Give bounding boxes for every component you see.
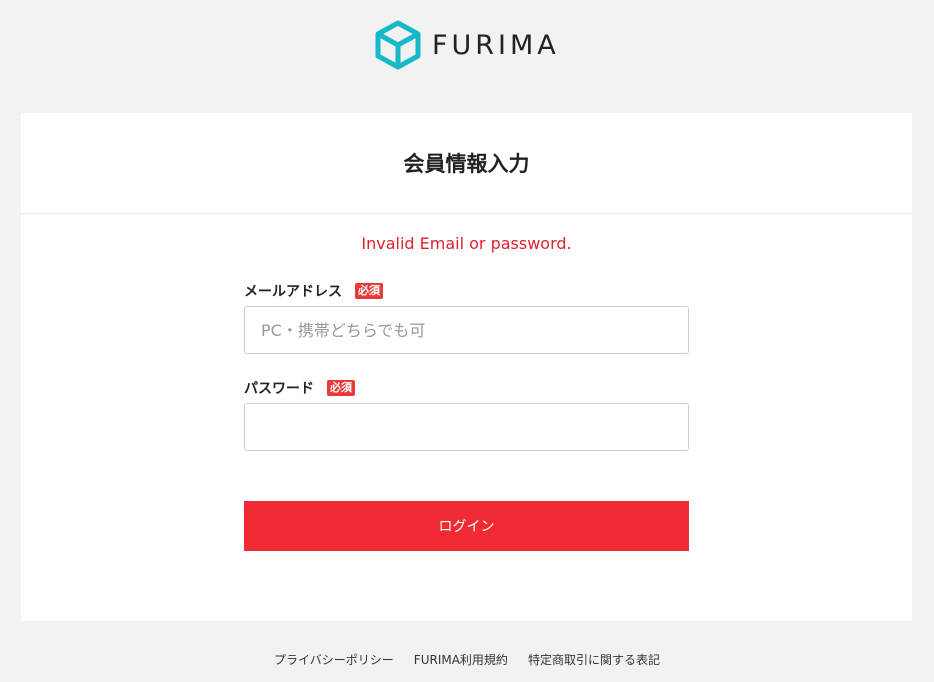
page-title: 会員情報入力 bbox=[403, 152, 530, 176]
brand-name: FURIMA bbox=[432, 29, 560, 61]
cube-logo-icon bbox=[374, 20, 422, 70]
site-logo[interactable]: FURIMA bbox=[374, 20, 560, 70]
footer-link-privacy-policy[interactable]: プライバシーポリシー bbox=[274, 651, 394, 668]
password-field[interactable] bbox=[244, 403, 689, 451]
required-badge: 必須 bbox=[355, 283, 383, 299]
login-button[interactable]: ログイン bbox=[244, 501, 689, 551]
footer-link-commercial-transactions[interactable]: 特定商取引に関する表記 bbox=[528, 651, 660, 668]
footer-link-terms[interactable]: FURIMA利用規約 bbox=[414, 651, 508, 668]
email-field[interactable] bbox=[244, 306, 689, 354]
site-header: FURIMA bbox=[0, 0, 934, 90]
password-label: パスワード 必須 bbox=[244, 378, 355, 398]
email-label-text: メールアドレス bbox=[244, 284, 342, 300]
password-label-text: パスワード bbox=[244, 381, 314, 397]
card-header: 会員情報入力 bbox=[21, 113, 912, 214]
error-message: Invalid Email or password. bbox=[361, 234, 572, 253]
required-badge: 必須 bbox=[327, 380, 355, 396]
login-card: 会員情報入力 Invalid Email or password. メールアドレ… bbox=[21, 113, 912, 621]
email-label: メールアドレス 必須 bbox=[244, 281, 383, 301]
site-footer: プライバシーポリシー FURIMA利用規約 特定商取引に関する表記 bbox=[0, 651, 934, 668]
